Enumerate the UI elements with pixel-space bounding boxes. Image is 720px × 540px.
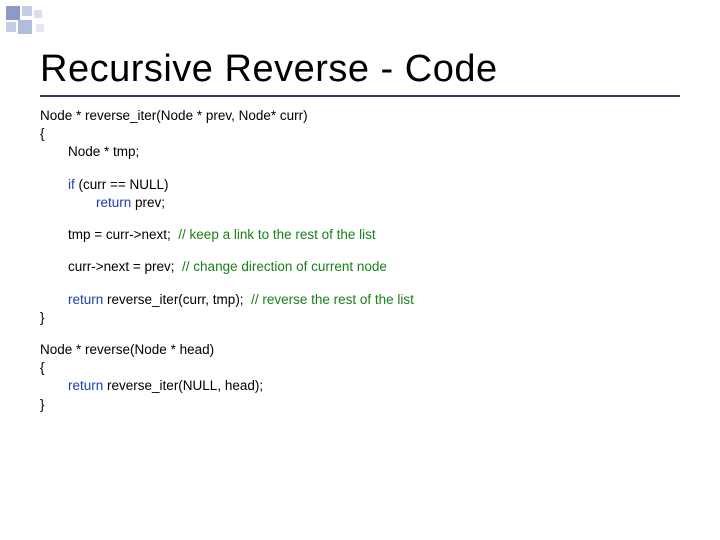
keyword-return: return <box>68 292 103 307</box>
code-text: tmp = curr->next; <box>68 227 178 242</box>
corner-decoration <box>6 6 76 36</box>
comment: // reverse the rest of the list <box>251 292 414 307</box>
title-rule <box>40 95 680 97</box>
code-text: prev; <box>131 195 165 210</box>
code-text: (curr == NULL) <box>75 177 169 192</box>
code-line: } <box>40 309 680 327</box>
code-block: Node * reverse_iter(Node * prev, Node* c… <box>40 107 680 414</box>
code-text: reverse_iter(NULL, head); <box>103 378 263 393</box>
keyword-return: return <box>96 195 131 210</box>
code-line: } <box>40 396 680 414</box>
code-line: Node * reverse(Node * head) <box>40 341 680 359</box>
code-line: { <box>40 125 680 143</box>
code-line: return reverse_iter(curr, tmp); // rever… <box>40 291 680 309</box>
code-line: if (curr == NULL) <box>40 176 680 194</box>
keyword-if: if <box>68 177 75 192</box>
comment: // keep a link to the rest of the list <box>178 227 375 242</box>
code-line: Node * reverse_iter(Node * prev, Node* c… <box>40 107 680 125</box>
code-line: tmp = curr->next; // keep a link to the … <box>40 226 680 244</box>
code-line: return reverse_iter(NULL, head); <box>40 377 680 395</box>
code-line: { <box>40 359 680 377</box>
code-text: reverse_iter(curr, tmp); <box>103 292 251 307</box>
keyword-return: return <box>68 378 103 393</box>
code-line: return prev; <box>40 194 680 212</box>
comment: // change direction of current node <box>182 259 387 274</box>
code-line: Node * tmp; <box>40 143 680 161</box>
slide-title: Recursive Reverse - Code <box>40 48 680 91</box>
code-line: curr->next = prev; // change direction o… <box>40 258 680 276</box>
code-text: curr->next = prev; <box>68 259 182 274</box>
